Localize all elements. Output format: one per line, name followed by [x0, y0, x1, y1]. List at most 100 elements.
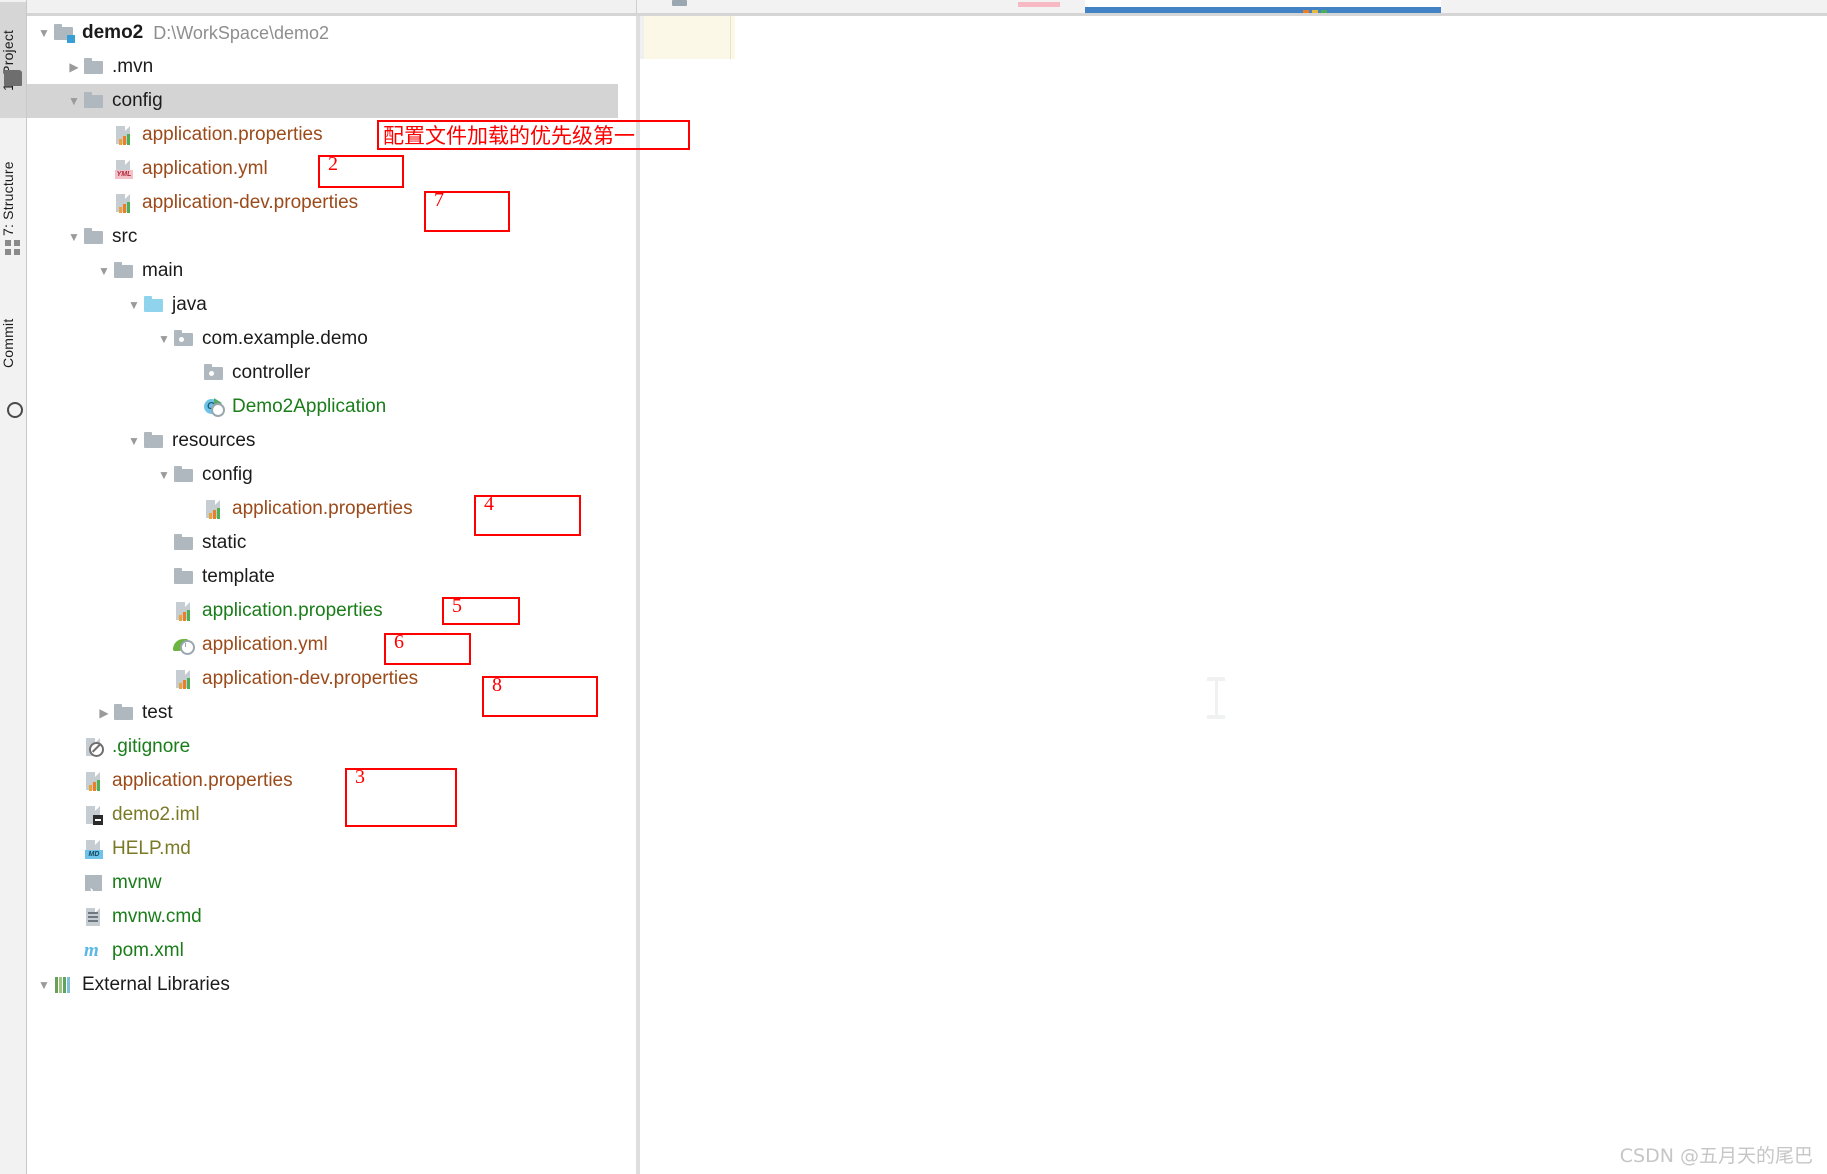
tree-twisty-placeholder: ▶ [95, 118, 113, 152]
project-path: D:\WorkSpace\demo2 [153, 23, 329, 43]
folder-module-icon [53, 23, 75, 43]
tree-row-label: Demo2Application [232, 396, 387, 417]
tree-twisty-placeholder: ▶ [65, 730, 83, 764]
package-icon [173, 329, 195, 349]
tree-twisty-placeholder: ▶ [65, 798, 83, 832]
folder-icon [83, 91, 105, 111]
annotation-box: 3 [345, 766, 457, 827]
annotation-text: 4 [484, 493, 494, 515]
tree-row-label: application.properties [142, 124, 323, 145]
tree-twisty-placeholder: ▶ [155, 594, 173, 628]
annotation-box: 2 [318, 153, 404, 188]
commit-circle-icon [7, 402, 23, 418]
chevron-down-icon[interactable]: ▼ [125, 288, 143, 322]
tree-twisty-placeholder: ▶ [65, 866, 83, 900]
chevron-down-icon[interactable]: ▼ [65, 84, 83, 118]
editor-area[interactable] [640, 16, 1827, 1174]
tree-row-label: com.example.demo [202, 328, 368, 349]
tree-row-label: application.properties [202, 600, 383, 621]
editor-highlight-line-tail [731, 16, 735, 59]
chevron-right-icon[interactable]: ▶ [65, 50, 83, 84]
source-folder-icon [143, 295, 165, 315]
tree-row-label: application.yml [142, 158, 268, 179]
chevron-down-icon[interactable]: ▼ [155, 322, 173, 356]
tree-row-label: application-dev.properties [202, 668, 419, 689]
tree-row[interactable]: ▶C Demo2Application [27, 390, 636, 424]
folder-icon [113, 703, 135, 723]
properties-file-icon [113, 193, 135, 213]
chevron-down-icon[interactable]: ▼ [155, 458, 173, 492]
shell-script-icon [83, 873, 105, 907]
tree-row[interactable]: ▼ External Libraries [27, 968, 636, 1002]
properties-file-icon [83, 771, 105, 791]
tree-twisty-placeholder: ▶ [155, 526, 173, 560]
tree-row[interactable]: ▶ controller [27, 356, 636, 390]
tree-row[interactable]: ▼ config [27, 458, 636, 492]
properties-file-icon [173, 669, 195, 689]
tree-twisty-placeholder: ▶ [95, 152, 113, 186]
tree-row[interactable]: ▼ main [27, 254, 636, 288]
tree-row[interactable]: ▼ src [27, 220, 636, 254]
annotation-text: 7 [434, 189, 444, 211]
tree-row[interactable]: ▼ config [27, 84, 636, 118]
tree-row[interactable]: ▶ mvnw [27, 866, 636, 907]
tree-row-label: resources [172, 430, 256, 451]
tree-twisty-placeholder: ▶ [65, 900, 83, 934]
annotation-box: 7 [424, 189, 510, 232]
iml-file-icon [83, 805, 105, 825]
chevron-down-icon[interactable]: ▼ [35, 968, 53, 1002]
folder-icon [83, 57, 105, 77]
package-icon [203, 363, 225, 383]
tree-row[interactable]: ▼ com.example.demo [27, 322, 636, 356]
folder-icon [173, 533, 195, 553]
tool-window-button-commit[interactable]: Commit [0, 288, 26, 398]
external-libraries-icon [53, 975, 75, 995]
tree-row[interactable]: ▶ application.properties [27, 764, 636, 798]
tool-window-label-commit: Commit [0, 318, 16, 368]
tree-row[interactable]: ▶ application.yml [27, 628, 636, 662]
tree-row[interactable]: ▶ .gitignore [27, 730, 636, 764]
properties-file-icon [173, 601, 195, 621]
tool-window-button-project[interactable]: 1: Project [0, 2, 26, 118]
chevron-down-icon[interactable]: ▼ [65, 220, 83, 254]
annotation-text: 2 [328, 153, 338, 175]
tree-twisty-placeholder: ▶ [155, 560, 173, 594]
tree-scrollbar-track[interactable] [618, 16, 1254, 1174]
tree-row[interactable]: ▶ application.properties [27, 594, 636, 628]
chevron-down-icon[interactable]: ▼ [95, 254, 113, 288]
tree-row-label: demo2 [82, 22, 144, 43]
tree-row[interactable]: ▶ template [27, 560, 636, 594]
tree-row-label: template [202, 566, 275, 587]
properties-file-icon [203, 499, 225, 519]
chevron-right-icon[interactable]: ▶ [95, 696, 113, 730]
tab-strip-left-segment [0, 0, 637, 13]
tree-row[interactable]: ▶MD HELP.md [27, 832, 636, 866]
tree-row-label: java [172, 294, 207, 315]
markdown-file-icon: MD [83, 839, 105, 859]
tree-row-label: static [202, 532, 247, 553]
annotation-text: 配置文件加载的优先级第一 [383, 124, 635, 148]
project-tree[interactable]: ▼ demo2 D:\WorkSpace\demo2 ▶ .mvn ▼ config ▶ app… [27, 16, 636, 1174]
annotation-text: 5 [452, 595, 462, 617]
tree-row[interactable]: ▶ demo2.iml [27, 798, 636, 832]
tree-row[interactable]: ▶ application-dev.properties [27, 186, 636, 220]
tree-row[interactable]: ▼ java [27, 288, 636, 322]
tool-window-label-structure: 7: Structure [0, 161, 16, 237]
tree-row-label: application.yml [202, 634, 328, 655]
tree-twisty-placeholder: ▶ [65, 764, 83, 798]
annotation-text: 3 [355, 766, 365, 788]
tree-twisty-placeholder: ▶ [95, 186, 113, 220]
maven-pom-icon: m [84, 940, 99, 961]
tree-row-label: config [112, 90, 163, 111]
tree-row[interactable]: ▶ mvnw.cmd [27, 900, 636, 934]
annotation-box: 6 [384, 631, 471, 665]
tree-twisty-placeholder: ▶ [155, 662, 173, 696]
chevron-down-icon[interactable]: ▼ [35, 16, 53, 50]
tree-row[interactable]: ▼ resources [27, 424, 636, 458]
tree-row[interactable]: ▶m pom.xml [27, 934, 636, 968]
chevron-down-icon[interactable]: ▼ [125, 424, 143, 458]
tree-row[interactable]: ▼ demo2 D:\WorkSpace\demo2 [27, 16, 636, 50]
tree-row-label: application.properties [232, 498, 413, 519]
tree-row[interactable]: ▶ .mvn [27, 50, 636, 84]
tree-twisty-placeholder: ▶ [65, 832, 83, 866]
